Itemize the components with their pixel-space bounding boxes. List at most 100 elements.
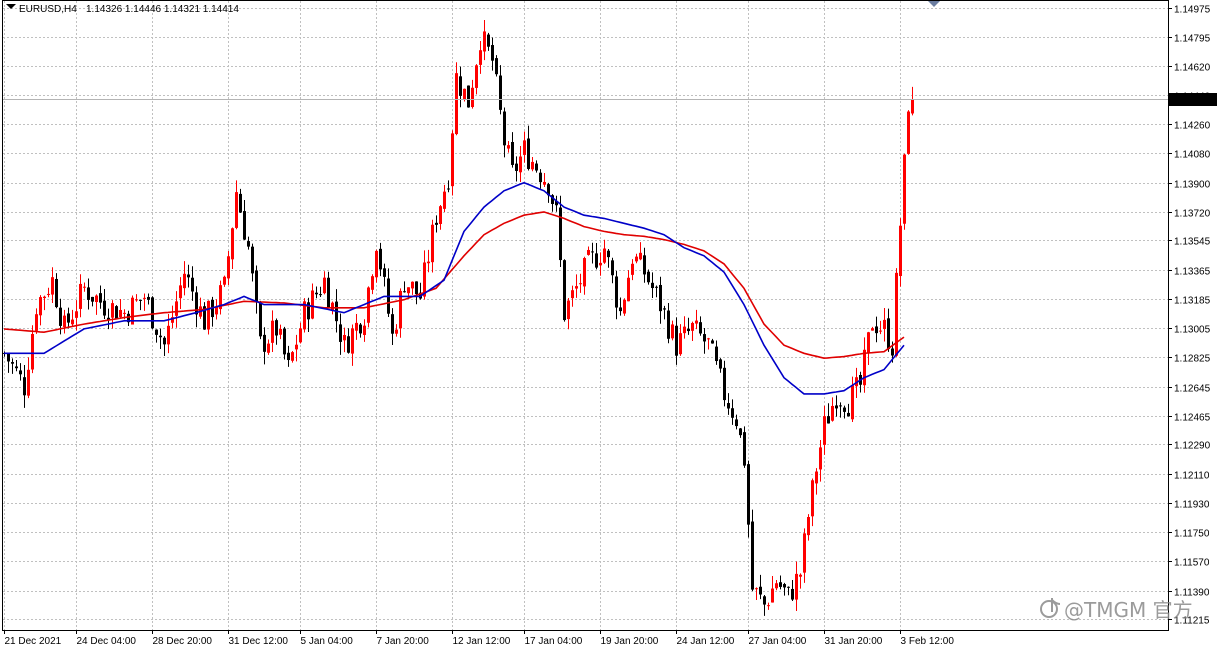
- price-tick-label: 1.13720: [1174, 209, 1211, 220]
- candle-bull: [767, 605, 770, 607]
- candle-bull: [123, 312, 126, 314]
- candle-bull: [299, 328, 302, 343]
- candle-bull: [599, 262, 602, 266]
- candle-bull: [903, 154, 906, 224]
- candle-bull: [175, 301, 178, 316]
- chart-background: [0, 0, 1224, 650]
- candle-bear: [287, 352, 290, 361]
- candle-bull: [831, 405, 834, 421]
- price-tick-label: 1.12110: [1174, 471, 1210, 482]
- candle-bear: [239, 193, 242, 213]
- candle-bear: [595, 253, 598, 268]
- candle-bear: [391, 314, 394, 334]
- candle-bull: [183, 273, 186, 289]
- candle-bear: [835, 405, 838, 409]
- candle-bull: [863, 349, 866, 386]
- candle-bear: [719, 359, 722, 369]
- candle-bear: [459, 76, 462, 96]
- candle-bear: [99, 293, 102, 303]
- candle-bull: [807, 517, 810, 536]
- candle-bull: [671, 324, 674, 339]
- candle-bull: [851, 385, 854, 420]
- candle-bull: [39, 297, 42, 316]
- candle-bear: [735, 419, 738, 427]
- candle-bull: [427, 261, 430, 264]
- candle-bull: [63, 315, 66, 328]
- candle-bear: [55, 278, 58, 308]
- candle-bear: [619, 307, 622, 312]
- candle-bull: [227, 256, 230, 279]
- candle-bear: [259, 301, 262, 337]
- time-tick-label: 17 Jan 04:00: [525, 636, 583, 647]
- candle-bull: [443, 191, 446, 209]
- symbol-label: EURUSD,H4: [19, 4, 77, 15]
- candle-bull: [471, 87, 474, 108]
- price-tick-label: 1.12290: [1174, 441, 1211, 452]
- candle-bull: [691, 322, 694, 331]
- candle-bear: [611, 260, 614, 276]
- candle-bull: [879, 330, 882, 332]
- candle-bear: [563, 260, 566, 321]
- candle-bear: [783, 584, 786, 588]
- candle-bull: [695, 320, 698, 324]
- candle-bull: [867, 332, 870, 353]
- candle-bear: [7, 353, 10, 362]
- candle-bear: [659, 284, 662, 312]
- price-tick-label: 1.12465: [1174, 413, 1211, 424]
- price-tick-label: 1.11390: [1174, 588, 1210, 599]
- chart-header: EURUSD,H4 1.14326 1.14446 1.14321 1.1441…: [6, 4, 239, 15]
- candle-bull: [75, 311, 78, 318]
- candle-bear: [687, 328, 690, 332]
- candle-bear: [723, 367, 726, 401]
- candle-bull: [603, 248, 606, 263]
- candle-bear: [839, 405, 842, 407]
- candle-bear: [591, 251, 594, 253]
- candle-bull: [523, 140, 526, 155]
- candle-bear: [511, 142, 514, 165]
- price-tick-label: 1.12645: [1174, 384, 1211, 395]
- time-tick-label: 5 Jan 04:00: [301, 636, 354, 647]
- candle-bull: [771, 588, 774, 603]
- candle-bear: [251, 246, 254, 274]
- candle-bull: [375, 250, 378, 278]
- time-tick-label: 3 Feb 12:00: [901, 636, 955, 647]
- candle-bear: [887, 318, 890, 350]
- candle-bull: [583, 258, 586, 287]
- candle-bull: [371, 276, 374, 290]
- candle-bear: [23, 377, 26, 396]
- candle-bull: [71, 319, 74, 325]
- candle-bull: [291, 352, 294, 361]
- candle-bear: [327, 277, 330, 308]
- candle-bull: [483, 31, 486, 52]
- candle-bull: [431, 224, 434, 263]
- candle-bull: [235, 192, 238, 228]
- candle-bear: [699, 322, 702, 334]
- candle-bear: [607, 250, 610, 258]
- candle-bear: [435, 222, 438, 225]
- candle-bear: [59, 307, 62, 326]
- ohlc-values: 1.14326 1.14446 1.14321 1.14414: [86, 4, 239, 15]
- candle-bear: [19, 370, 22, 375]
- candle-bear: [791, 588, 794, 600]
- price-tick-label: 1.13005: [1174, 325, 1211, 336]
- candle-bull: [639, 252, 642, 260]
- candle-bear: [195, 292, 198, 315]
- candle-bear: [347, 336, 350, 353]
- candle-bear: [447, 188, 450, 190]
- candle-bear: [151, 297, 154, 329]
- candle-bear: [383, 268, 386, 277]
- candle-bear: [495, 58, 498, 75]
- candle-bear: [759, 586, 762, 595]
- candle-bull: [95, 295, 98, 303]
- candle-bear: [91, 296, 94, 302]
- candle-bear: [891, 348, 894, 356]
- candle-bear: [847, 412, 850, 417]
- price-chart[interactable]: 1.149751.147951.146201.144401.142601.140…: [0, 0, 1224, 650]
- candle-bear: [739, 428, 742, 436]
- candle-bull: [143, 297, 146, 299]
- price-tick-label: 1.14260: [1174, 121, 1211, 132]
- candle-bull: [911, 99, 914, 114]
- candle-bear: [87, 287, 90, 300]
- candle-bear: [155, 329, 158, 335]
- candle-bear: [527, 138, 530, 169]
